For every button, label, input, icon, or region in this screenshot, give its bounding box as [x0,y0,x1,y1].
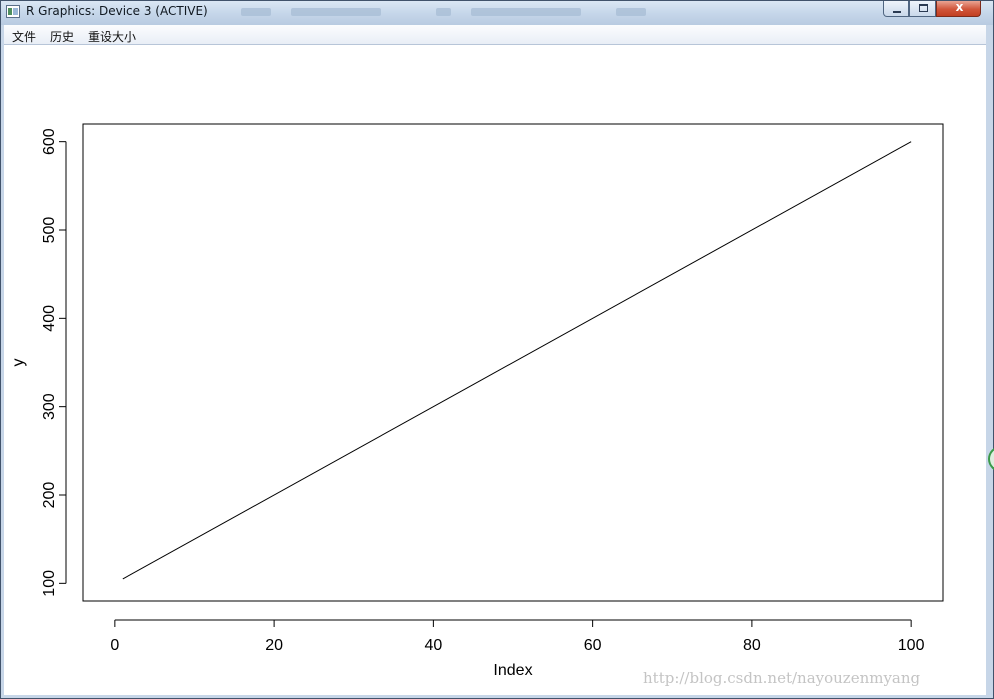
minimize-button[interactable] [883,1,909,17]
background-taskbar-blur [231,4,671,20]
y-tick-label: 600 [41,128,58,155]
menu-resize[interactable]: 重设大小 [88,28,136,45]
y-tick-label: 200 [41,482,58,509]
menu-bar: 文件 历史 重设大小 [4,25,986,45]
y-tick-label: 500 [41,217,58,244]
minimize-icon [893,11,901,13]
x-tick-label: 100 [898,637,925,654]
x-tick-label: 40 [424,637,442,654]
x-tick-label: 80 [743,637,761,654]
r-graphics-app-icon[interactable] [6,5,20,18]
x-axis-label: Index [493,662,532,679]
watermark: http://blog.csdn.net/nayouzenmyang [643,669,921,687]
y-tick-label: 400 [41,305,58,332]
menu-history[interactable]: 历史 [50,28,74,45]
menu-file[interactable]: 文件 [12,28,36,45]
x-tick-label: 20 [265,637,283,654]
y-tick-label: 100 [41,570,58,597]
x-tick-label: 0 [110,637,119,654]
series-line [122,141,912,580]
window-title: R Graphics: Device 3 (ACTIVE) [26,4,208,18]
line-chart: 0 20 40 60 80 100 100 200 300 400 500 600 Index y [10,123,944,679]
x-tick-label: 60 [584,637,602,654]
plot-area: 0 20 40 60 80 100 100 200 300 400 500 600 Index y [4,45,986,695]
close-button[interactable]: x [936,0,981,17]
maximize-icon [919,4,928,12]
y-tick-label: 300 [41,393,58,420]
r-graphics-window: R Graphics: Device 3 (ACTIVE) x 文件 历史 重设… [0,0,994,699]
maximize-button[interactable] [909,1,936,17]
y-axis-label: y [10,359,27,367]
title-bar[interactable]: R Graphics: Device 3 (ACTIVE) x [1,0,993,25]
close-icon: x [955,0,964,14]
